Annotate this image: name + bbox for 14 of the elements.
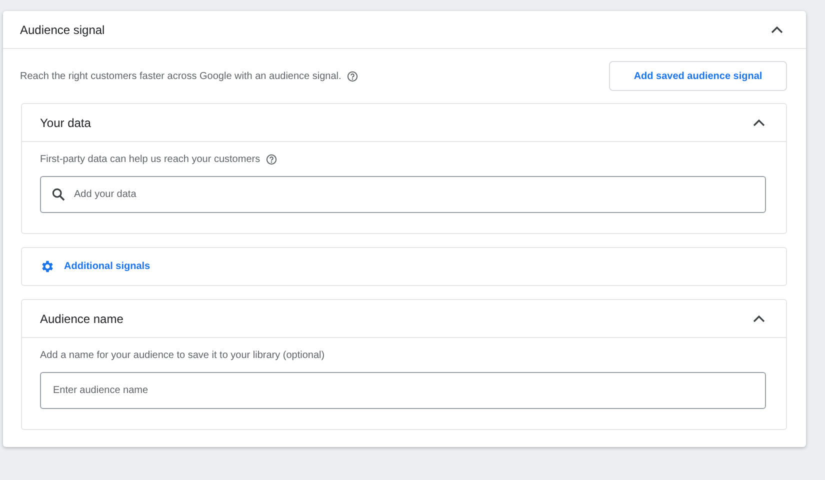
card-title: Audience signal (20, 22, 105, 36)
search-field[interactable]: Add your data (40, 176, 766, 213)
search-icon (52, 188, 65, 201)
help-icon[interactable] (347, 70, 358, 82)
gear-icon (40, 259, 55, 274)
hint-text: Add a name for your audience to save it to your library (optional) (40, 350, 325, 361)
add-saved-signal-button[interactable]: Add saved audience signal (609, 61, 787, 91)
help-icon[interactable] (266, 154, 278, 165)
section-title: Audience name (40, 312, 124, 326)
section-title: Your data (40, 116, 91, 130)
description-text: Reach the right customers faster across Google with an audience signal. (20, 70, 342, 82)
hint-text: First-party data can help us reach your customers (40, 154, 260, 165)
input-field[interactable]: Enter audience name (40, 372, 766, 409)
additional-signals-link[interactable]: Additional signals (21, 247, 787, 286)
